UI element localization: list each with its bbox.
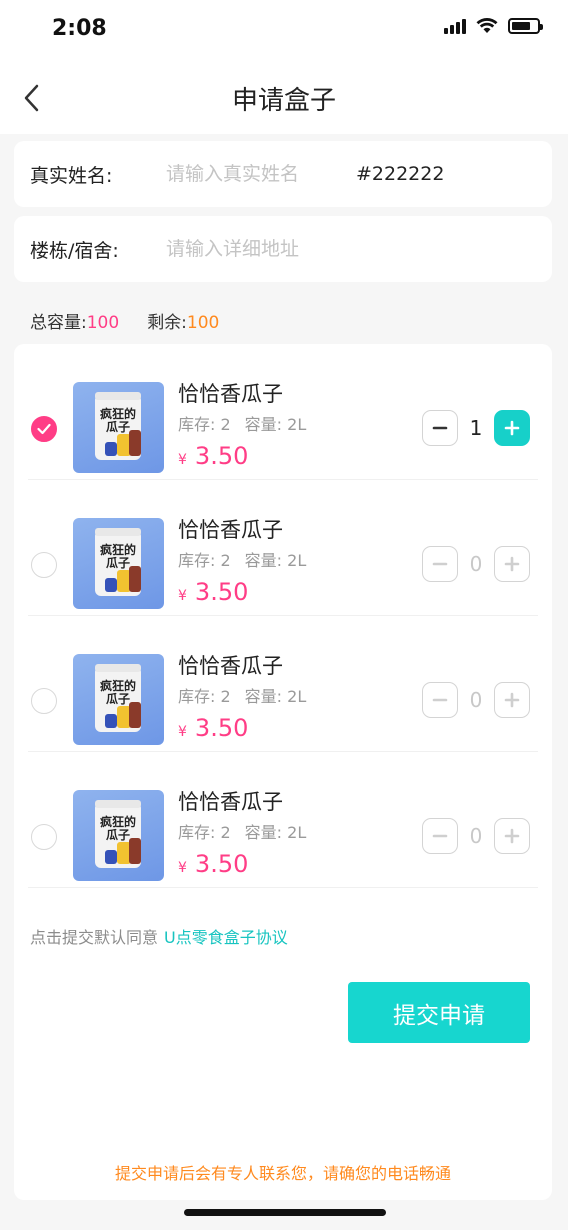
capacity-total-label: 总容量: — [30, 313, 87, 333]
product-meta: 库存: 2 容量: 2L — [178, 683, 306, 707]
plus-icon — [504, 828, 520, 844]
product-item: 疯狂的瓜子 恰恰香瓜子 库存: 2 容量: 2L ¥ 3.50 0 — [14, 480, 552, 616]
plus-icon — [504, 556, 520, 572]
name-field-card: 真实姓名: #222222 — [14, 141, 552, 207]
minus-button[interactable] — [422, 410, 458, 446]
address-input[interactable] — [166, 238, 426, 260]
capacity-total: 总容量:100 — [30, 308, 119, 333]
agreement-link[interactable]: U点零食盒子协议 — [164, 928, 288, 947]
product-stock: 库存: 2 — [178, 415, 231, 434]
divider — [28, 887, 538, 888]
status-time: 2:08 — [52, 16, 107, 41]
product-capacity: 容量: 2L — [244, 415, 307, 434]
submit-button[interactable]: 提交申请 — [348, 982, 530, 1043]
product-stock: 库存: 2 — [178, 551, 231, 570]
quantity-value: 0 — [469, 824, 483, 848]
minus-button[interactable] — [422, 682, 458, 718]
agreement-prefix: 点击提交默认同意 — [30, 928, 159, 947]
product-name: 恰恰香瓜子 — [178, 518, 283, 542]
quantity-stepper: 0 — [422, 682, 530, 718]
product-item: 疯狂的瓜子 恰恰香瓜子 库存: 2 容量: 2L ¥ 3.50 0 — [14, 616, 552, 752]
quantity-stepper: 1 — [422, 410, 530, 446]
product-item: 疯狂的瓜子 恰恰香瓜子 库存: 2 容量: 2L ¥ 3.50 1 — [14, 344, 552, 480]
back-button[interactable] — [14, 80, 50, 116]
quantity-stepper: 0 — [422, 818, 530, 854]
capacity-summary: 总容量:100 剩余:100 — [30, 308, 219, 333]
status-bar: 2:08 — [0, 0, 568, 62]
product-price: ¥ 3.50 — [178, 850, 248, 878]
minus-button[interactable] — [422, 546, 458, 582]
plus-icon — [504, 420, 520, 436]
quantity-value: 0 — [469, 688, 483, 712]
plus-icon — [504, 692, 520, 708]
capacity-remaining-value: 100 — [186, 313, 220, 333]
product-list: 疯狂的瓜子 恰恰香瓜子 库存: 2 容量: 2L ¥ 3.50 1 疯狂的瓜子 — [14, 344, 552, 1200]
wifi-icon — [476, 18, 498, 33]
product-checkbox[interactable] — [31, 824, 57, 850]
chevron-left-icon — [24, 84, 39, 112]
minus-button[interactable] — [422, 818, 458, 854]
product-meta: 库存: 2 容量: 2L — [178, 819, 306, 843]
product-name: 恰恰香瓜子 — [178, 790, 283, 814]
plus-button[interactable] — [494, 818, 530, 854]
check-icon — [37, 423, 51, 435]
capacity-remaining-label: 剩余: — [147, 313, 187, 333]
battery-icon — [508, 18, 543, 34]
quantity-value: 0 — [469, 552, 483, 576]
status-icons — [444, 18, 543, 34]
price-value: 3.50 — [194, 850, 249, 878]
product-checkbox[interactable] — [31, 416, 57, 442]
page-title: 申请盒子 — [231, 85, 336, 116]
agreement-text: 点击提交默认同意 U点零食盒子协议 — [30, 924, 288, 948]
product-name: 恰恰香瓜子 — [178, 654, 283, 678]
minus-icon — [432, 698, 448, 702]
product-item: 疯狂的瓜子 恰恰香瓜子 库存: 2 容量: 2L ¥ 3.50 0 — [14, 752, 552, 888]
product-capacity: 容量: 2L — [244, 551, 307, 570]
quantity-value: 1 — [469, 416, 483, 440]
capacity-remaining: 剩余:100 — [147, 308, 219, 333]
product-image: 疯狂的瓜子 — [73, 382, 164, 473]
plus-button[interactable] — [494, 546, 530, 582]
product-image: 疯狂的瓜子 — [73, 654, 164, 745]
name-color-value: #222222 — [356, 163, 445, 185]
product-image: 疯狂的瓜子 — [73, 518, 164, 609]
price-currency: ¥ — [178, 860, 187, 876]
product-name: 恰恰香瓜子 — [178, 382, 283, 406]
plus-button[interactable] — [494, 682, 530, 718]
product-stock: 库存: 2 — [178, 687, 231, 706]
product-capacity: 容量: 2L — [244, 823, 307, 842]
capacity-total-value: 100 — [86, 313, 120, 333]
minus-icon — [432, 834, 448, 838]
name-input[interactable] — [166, 163, 346, 185]
minus-icon — [432, 562, 448, 566]
address-label: 楼栋/宿舍: — [30, 239, 119, 262]
price-value: 3.50 — [194, 442, 249, 470]
product-checkbox[interactable] — [31, 552, 57, 578]
footer-note: 提交申请后会有专人联系您，请确您的电话畅通 — [114, 1164, 451, 1183]
product-checkbox[interactable] — [31, 688, 57, 714]
product-meta: 库存: 2 容量: 2L — [178, 547, 306, 571]
home-indicator — [184, 1209, 386, 1216]
price-currency: ¥ — [178, 588, 187, 604]
price-value: 3.50 — [194, 714, 249, 742]
product-price: ¥ 3.50 — [178, 714, 248, 742]
price-value: 3.50 — [194, 578, 249, 606]
price-currency: ¥ — [178, 724, 187, 740]
product-stock: 库存: 2 — [178, 823, 231, 842]
price-currency: ¥ — [178, 452, 187, 468]
plus-button[interactable] — [494, 410, 530, 446]
name-label: 真实姓名: — [30, 164, 113, 187]
product-image: 疯狂的瓜子 — [73, 790, 164, 881]
product-capacity: 容量: 2L — [244, 687, 307, 706]
product-price: ¥ 3.50 — [178, 442, 248, 470]
address-field-card: 楼栋/宿舍: — [14, 216, 552, 282]
product-meta: 库存: 2 容量: 2L — [178, 411, 306, 435]
minus-icon — [432, 426, 448, 430]
nav-bar: 申请盒子 — [0, 62, 568, 134]
signal-icon — [444, 18, 466, 34]
product-price: ¥ 3.50 — [178, 578, 248, 606]
quantity-stepper: 0 — [422, 546, 530, 582]
